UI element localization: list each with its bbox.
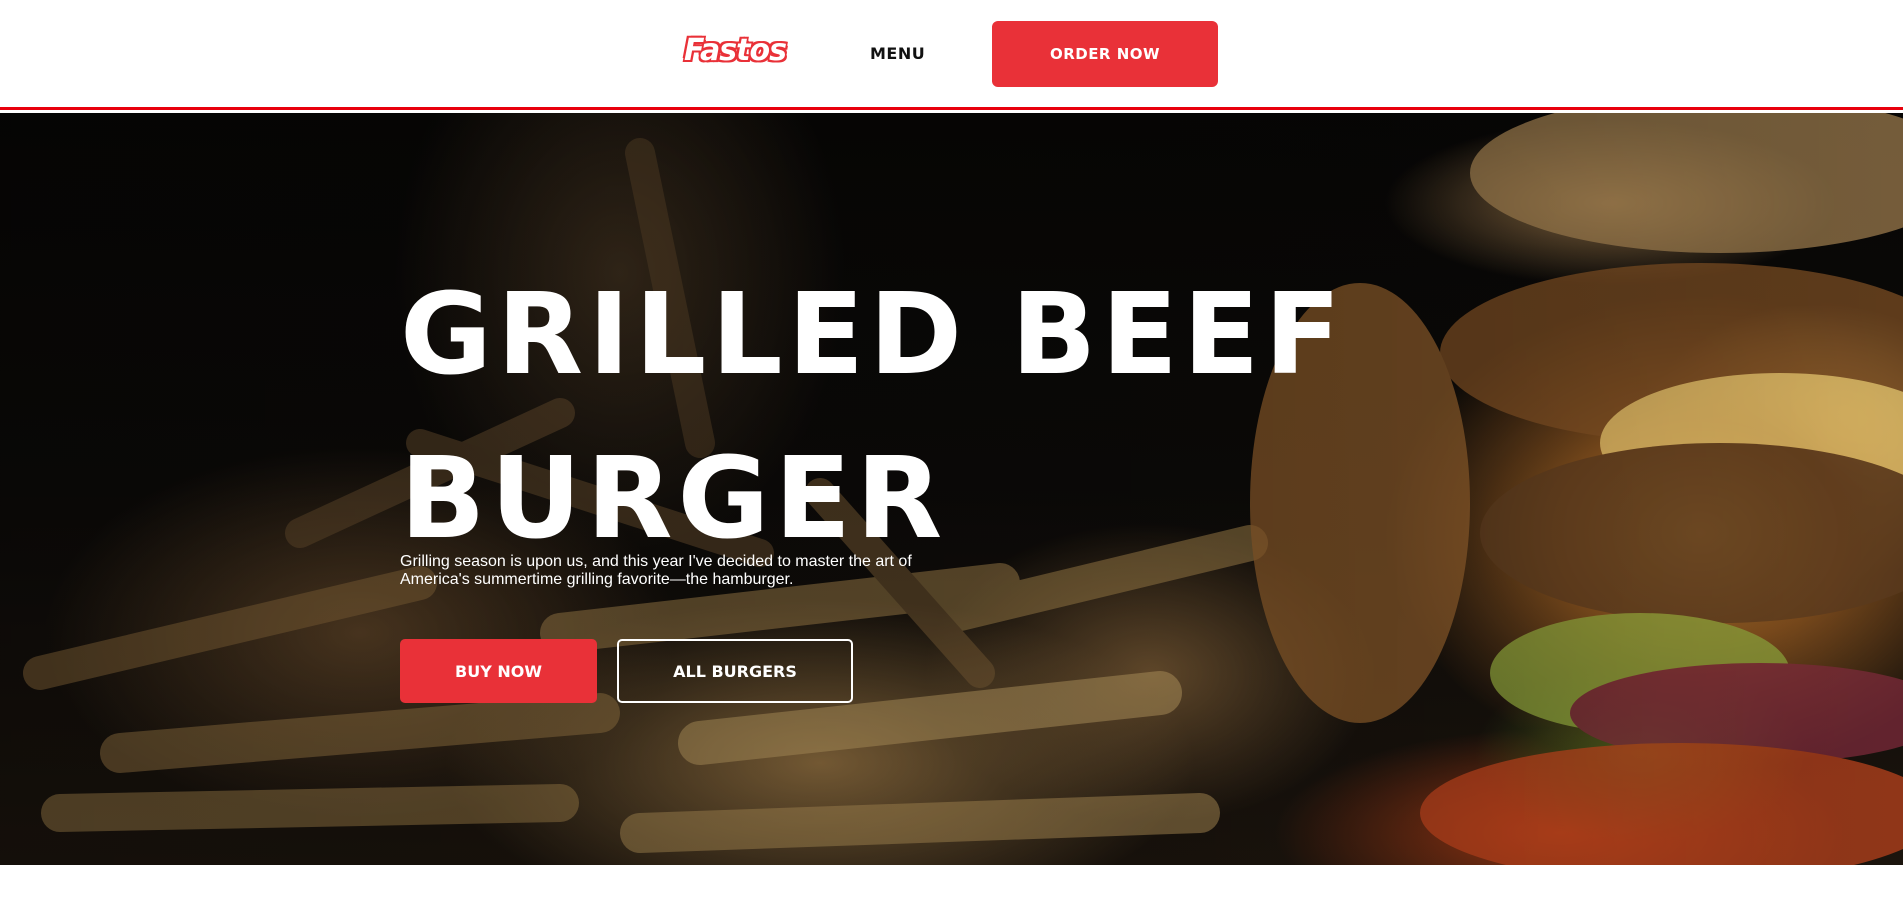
fastos-logo[interactable]: Fastos Fastos — [683, 33, 800, 69]
order-now-button[interactable]: ORDER NOW — [992, 21, 1218, 87]
nav-menu-link[interactable]: MENU — [870, 44, 925, 63]
hero-title-line1: GRILLED BEEF — [400, 270, 1346, 400]
hero-description: Grilling season is upon us, and this yea… — [400, 553, 912, 588]
hero-title: GRILLED BEEF BURGER — [400, 253, 1400, 581]
hero-title-line2: BURGER — [400, 434, 948, 564]
logo-text: Fastos — [684, 33, 787, 68]
below-hero-area — [0, 865, 1903, 916]
buy-now-button[interactable]: BUY NOW — [400, 639, 597, 703]
site-header: Fastos Fastos MENU ORDER NOW — [0, 0, 1903, 110]
all-burgers-button[interactable]: ALL BURGERS — [617, 639, 853, 703]
hero-section: GRILLED BEEF BURGER Grilling season is u… — [0, 113, 1903, 865]
